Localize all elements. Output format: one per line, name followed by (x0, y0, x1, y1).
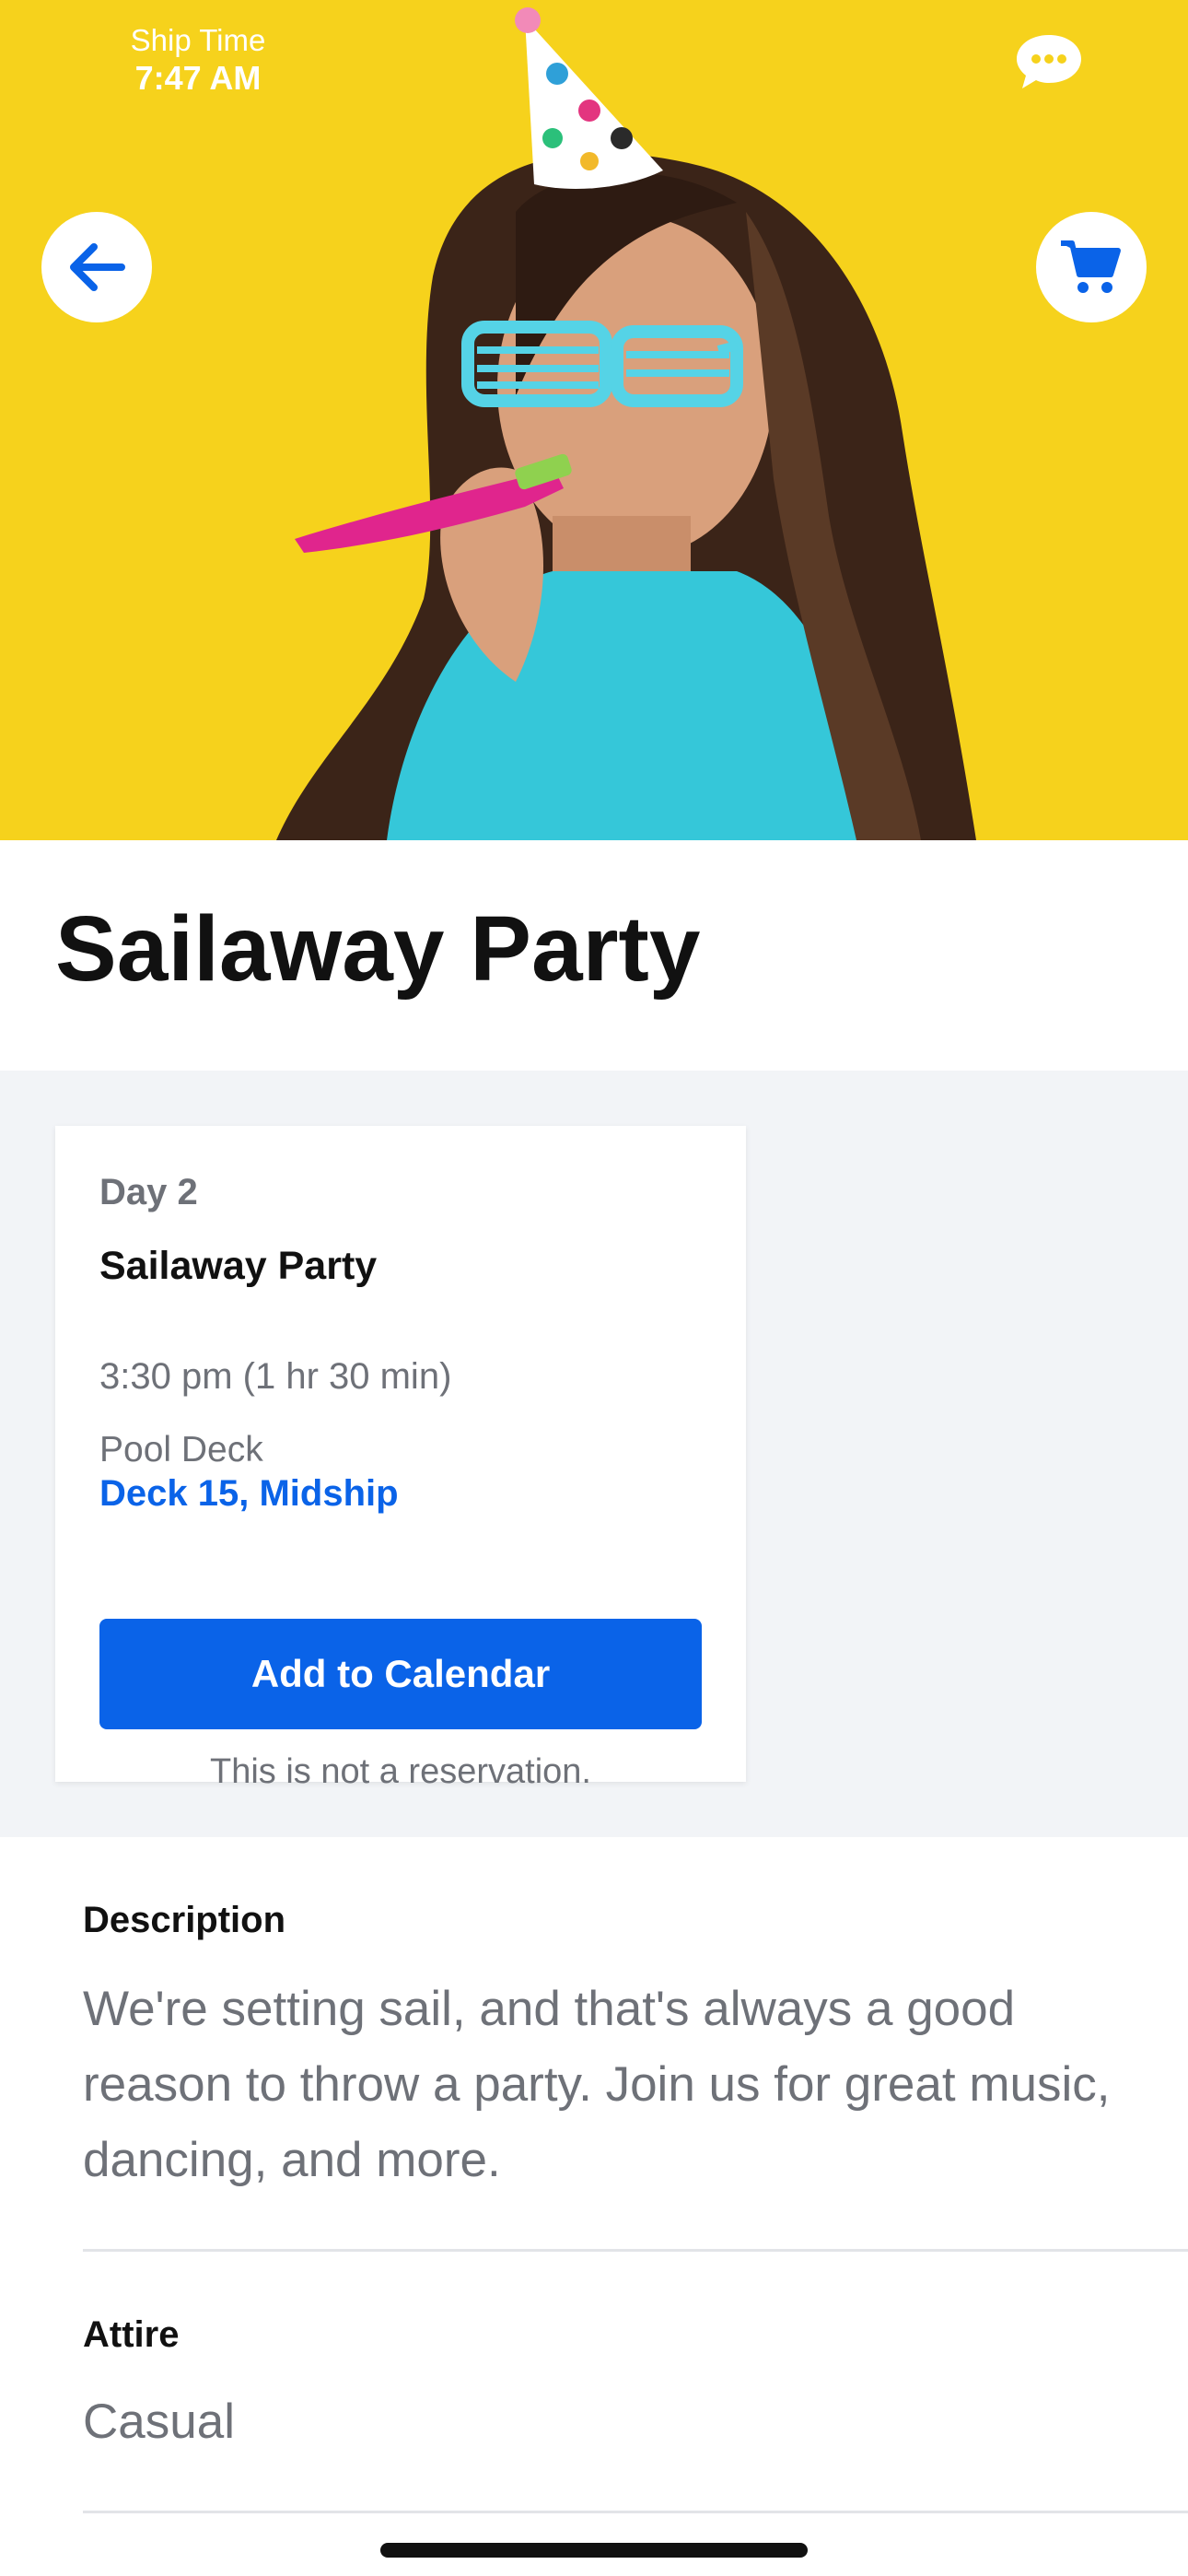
attire-label: Attire (83, 2314, 180, 2355)
description-label: Description (83, 1900, 286, 1940)
attire-value: Casual (83, 2395, 235, 2449)
party-photo (276, 7, 976, 840)
event-name: Sailaway Party (99, 1244, 378, 1288)
event-day: Day 2 (99, 1172, 198, 1212)
divider (83, 2511, 1188, 2513)
home-indicator[interactable] (380, 2543, 808, 2558)
back-button[interactable] (41, 212, 152, 322)
arrow-left-icon (70, 243, 125, 291)
ship-time-value: 7:47 AM (134, 59, 262, 97)
cart-button[interactable] (1036, 212, 1147, 322)
reservation-note: This is not a reservation. (210, 1752, 591, 1791)
ship-time-label: Ship Time (130, 23, 266, 57)
ship-time: Ship Time 7:47 AM (120, 22, 276, 98)
divider (83, 2249, 1188, 2252)
event-details-section: Day 2 Sailaway Party 3:30 pm (1 hr 30 mi… (0, 1071, 1188, 1837)
event-time: 3:30 pm (1 hr 30 min) (99, 1356, 452, 1397)
chat-bubble-icon[interactable] (1013, 31, 1085, 94)
add-to-calendar-button[interactable]: Add to Calendar (99, 1619, 702, 1729)
hero-image: Ship Time 7:47 AM (0, 0, 1188, 840)
page-title: Sailaway Party (55, 897, 701, 1001)
event-card: Day 2 Sailaway Party 3:30 pm (1 hr 30 mi… (55, 1126, 746, 1791)
description-text: We're setting sail, and that's always a … (83, 1982, 1111, 2187)
cart-icon (1061, 240, 1121, 293)
event-deck-link[interactable]: Deck 15, Midship (99, 1473, 399, 1515)
event-venue: Pool Deck (99, 1430, 263, 1469)
